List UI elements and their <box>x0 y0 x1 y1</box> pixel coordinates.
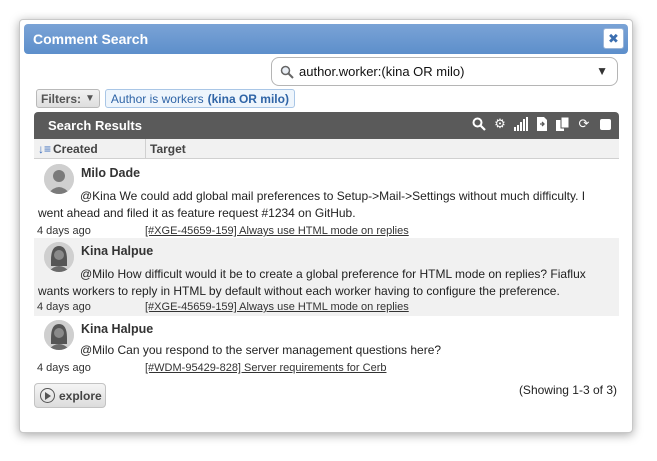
column-header-created[interactable]: ↓≡ Created <box>34 139 146 158</box>
filters-button[interactable]: Filters: ▼ <box>36 89 100 108</box>
refresh-icon[interactable]: ⟳ <box>577 117 591 131</box>
results-list: Milo Dade @Kina We could add global mail… <box>34 160 619 376</box>
comment-line: wants workers to reply in HTML by defaul… <box>38 284 560 298</box>
table-row: Milo Dade @Kina We could add global mail… <box>34 160 619 238</box>
filter-chip-value: (kina OR milo) <box>207 91 289 106</box>
search-results-title: Search Results <box>48 118 142 133</box>
comment-text: @Milo Can you respond to the server mana… <box>38 342 613 359</box>
comment-text: @Kina We could add global mail preferenc… <box>38 188 613 222</box>
comment-target-link[interactable]: [#XGE-45659-159] Always use HTML mode on… <box>145 225 409 237</box>
play-icon <box>40 388 55 403</box>
search-results-header: Search Results ⚙ ⟳ <box>34 112 619 139</box>
results-count: (Showing 1-3 of 3) <box>518 383 617 397</box>
comment-line: @Milo How difficult would it be to creat… <box>80 267 586 281</box>
explore-label: explore <box>59 388 102 403</box>
chevron-down-icon: ▼ <box>596 64 608 78</box>
sort-descending-icon: ↓≡ <box>38 141 52 156</box>
table-row: Kina Halpue @Milo How difficult would it… <box>34 238 619 316</box>
search-query-text: author.worker:(kina OR milo) <box>299 64 465 79</box>
filter-chip-author[interactable]: Author is workers (kina OR milo) <box>104 89 295 108</box>
comment-target-link[interactable]: [#WDM-95429-828] Server requirements for… <box>145 362 386 374</box>
copy-icon[interactable] <box>556 117 570 131</box>
column-created-label: Created <box>53 141 98 156</box>
search-query-select[interactable]: author.worker:(kina OR milo) ▼ <box>271 57 618 86</box>
document-export-icon[interactable] <box>535 117 549 131</box>
comment-line: went ahead and filed it as feature reque… <box>38 206 356 220</box>
comment-author[interactable]: Kina Halpue <box>81 322 153 336</box>
filter-chip-prefix: Author is workers <box>110 91 204 106</box>
comment-line: @Kina We could add global mail preferenc… <box>80 189 586 203</box>
gear-icon[interactable]: ⚙ <box>493 117 507 131</box>
column-header-target[interactable]: Target <box>146 142 186 156</box>
results-column-headers: ↓≡ Created Target <box>34 139 619 159</box>
comment-author[interactable]: Kina Halpue <box>81 244 153 258</box>
search-icon <box>280 65 294 79</box>
table-row: Kina Halpue @Milo Can you respond to the… <box>34 316 619 376</box>
close-icon: ✖ <box>608 30 619 46</box>
filters-row: Filters: ▼ Author is workers (kina OR mi… <box>36 89 295 109</box>
comment-text: @Milo How difficult would it be to creat… <box>38 266 613 300</box>
dialog-title: Comment Search <box>33 31 149 47</box>
comment-created: 4 days ago <box>37 362 91 374</box>
search-icon[interactable] <box>472 117 486 131</box>
column-target-label: Target <box>150 141 186 156</box>
dialog-titlebar[interactable]: Comment Search ✖ <box>24 24 628 54</box>
explore-button[interactable]: explore <box>34 383 106 408</box>
comment-line: @Milo Can you respond to the server mana… <box>80 343 442 357</box>
close-button[interactable]: ✖ <box>603 28 624 49</box>
results-toolbar: ⚙ ⟳ <box>472 117 611 131</box>
filters-label: Filters: <box>41 91 82 106</box>
comment-created: 4 days ago <box>37 225 91 237</box>
chevron-down-icon: ▼ <box>85 93 95 104</box>
comment-target-link[interactable]: [#XGE-45659-159] Always use HTML mode on… <box>145 301 409 313</box>
comment-author[interactable]: Milo Dade <box>81 166 140 180</box>
comment-created: 4 days ago <box>37 301 91 313</box>
signal-bars-icon[interactable] <box>514 117 528 131</box>
comment-search-dialog: Comment Search ✖ author.worker:(kina OR … <box>19 19 633 433</box>
select-all-checkbox[interactable] <box>600 118 611 130</box>
